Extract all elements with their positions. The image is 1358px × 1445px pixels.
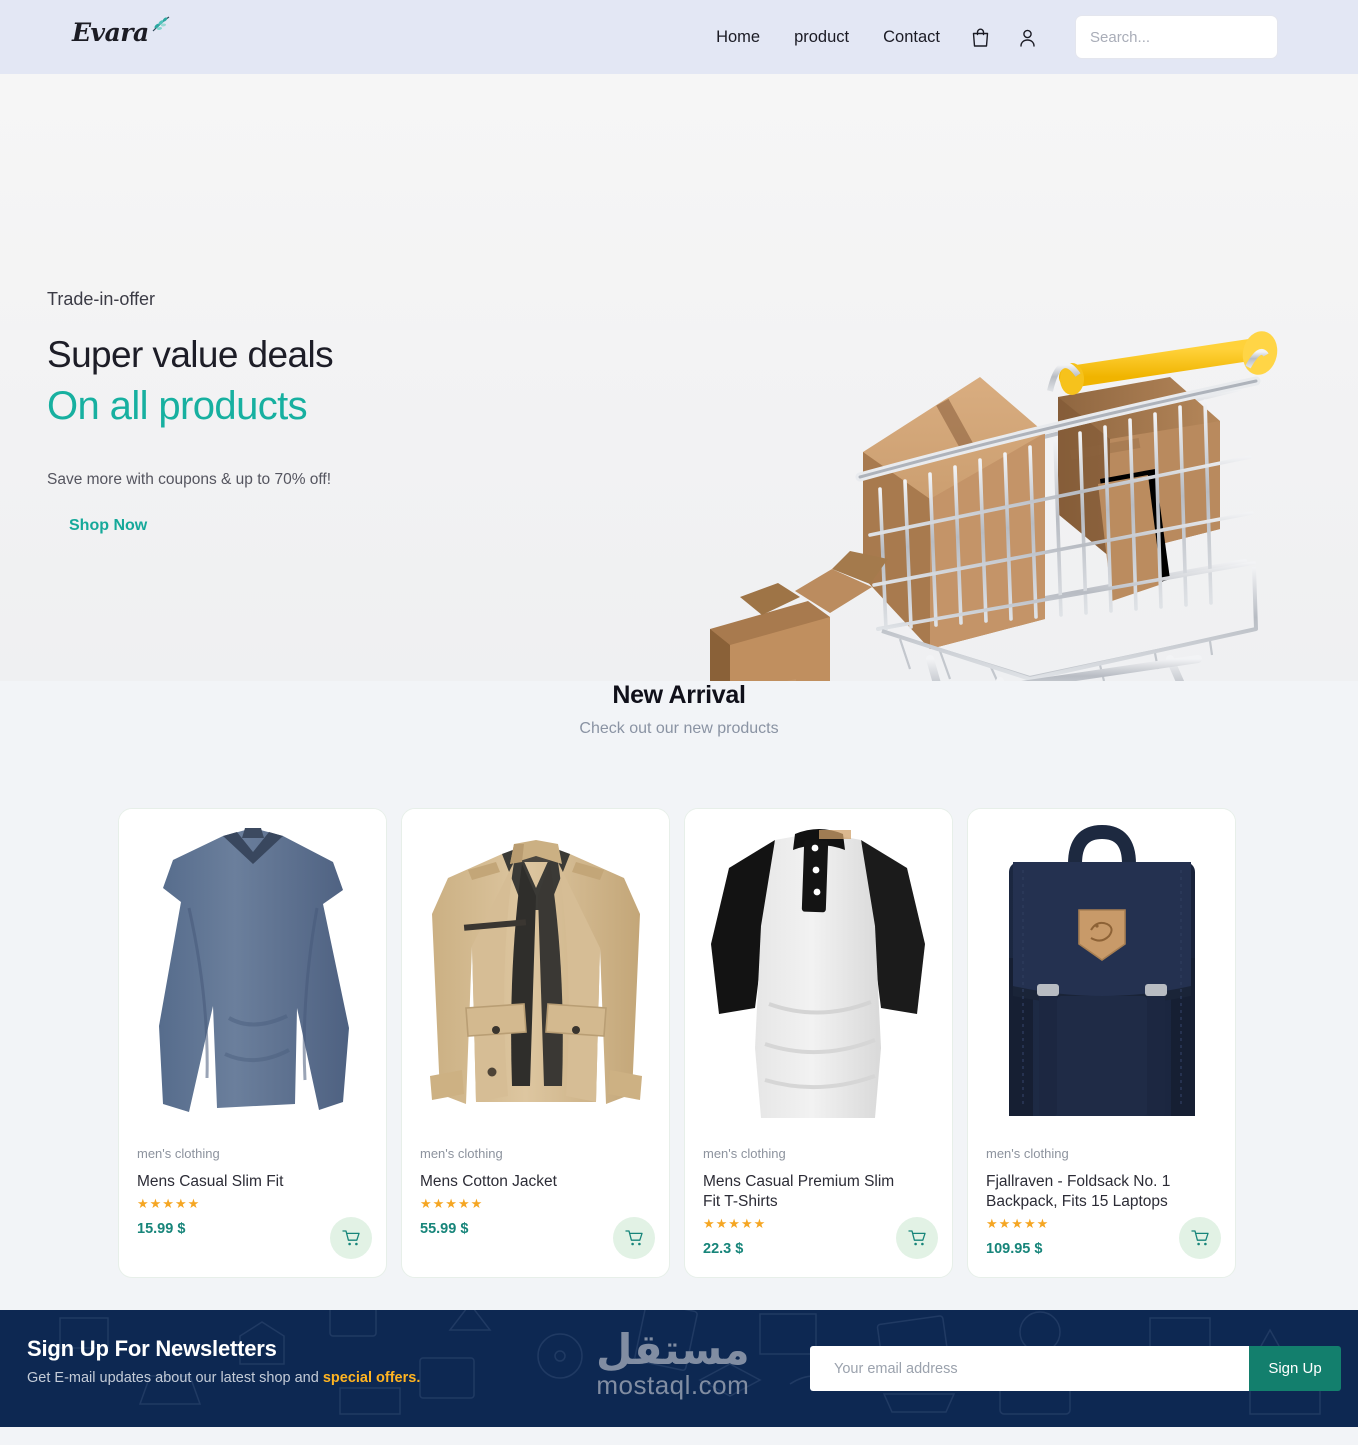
page-root: Evara Home product Contact Search... Tra… xyxy=(0,0,1358,1445)
nav-item-contact[interactable]: Contact xyxy=(866,28,957,47)
product-card[interactable]: men's clothing Fjallraven - Foldsack No.… xyxy=(967,808,1236,1278)
section-subtitle: Check out our new products xyxy=(579,720,779,737)
main-navigation: Home product Contact xyxy=(699,0,1289,74)
footer-strip xyxy=(0,1427,1358,1445)
product-category: men's clothing xyxy=(137,1146,220,1161)
product-rating: ★★★★★ xyxy=(420,1195,484,1211)
newsletter-subtitle-prefix: Get E-mail updates about our latest shop… xyxy=(27,1370,323,1386)
add-to-cart-button[interactable] xyxy=(330,1217,372,1259)
add-to-cart-button[interactable] xyxy=(1179,1217,1221,1259)
section-title: New Arrival xyxy=(612,681,746,709)
product-grid: men's clothing Mens Casual Slim Fit ★★★★… xyxy=(118,808,1248,1278)
add-to-cart-button[interactable] xyxy=(613,1217,655,1259)
cart-icon xyxy=(1190,1230,1209,1246)
product-card[interactable]: men's clothing Mens Casual Slim Fit ★★★★… xyxy=(118,808,387,1278)
shopping-bag-icon[interactable] xyxy=(957,27,1004,48)
hero-heading: Super value deals xyxy=(47,334,334,375)
newsletter-title: Sign Up For Newsletters xyxy=(27,1336,277,1361)
product-category: men's clothing xyxy=(420,1146,503,1161)
product-name[interactable]: Mens Casual Premium Slim Fit T-Shirts xyxy=(703,1172,903,1212)
search-input[interactable] xyxy=(1090,28,1289,46)
newsletter-form: Sign Up xyxy=(810,1346,1341,1391)
watermark-latin: mostaql.com xyxy=(596,1370,750,1401)
hero-banner: Trade-in-offer Super value deals On all … xyxy=(0,74,1358,681)
product-category: men's clothing xyxy=(703,1146,786,1161)
product-card[interactable]: men's clothing Mens Cotton Jacket ★★★★★ … xyxy=(401,808,670,1278)
product-name[interactable]: Mens Casual Slim Fit xyxy=(137,1172,337,1192)
product-card[interactable]: men's clothing Mens Casual Premium Slim … xyxy=(684,808,953,1278)
product-details: men's clothing Mens Cotton Jacket ★★★★★ … xyxy=(402,1146,669,1277)
product-image-cotton-jacket xyxy=(402,809,669,1146)
hero-description: Save more with coupons & up to 70% off! xyxy=(47,471,332,488)
product-image-blue-shirt xyxy=(119,809,386,1146)
site-logo[interactable]: Evara xyxy=(72,16,172,47)
add-to-cart-button[interactable] xyxy=(896,1217,938,1259)
product-name[interactable]: Fjallraven - Foldsack No. 1 Backpack, Fi… xyxy=(986,1172,1186,1212)
hero-text-block: Trade-in-offer Super value deals On all … xyxy=(47,289,607,542)
hero-subheading: On all products xyxy=(47,384,308,428)
product-details: men's clothing Mens Casual Slim Fit ★★★★… xyxy=(119,1146,386,1277)
logo-text: Evara xyxy=(72,18,149,47)
search-box[interactable] xyxy=(1075,15,1289,59)
newsletter-highlight: special offers. xyxy=(322,1370,421,1386)
watermark-arabic: مستقل xyxy=(596,1325,750,1374)
mostaql-watermark: مستقل mostaql.com xyxy=(596,1325,750,1401)
newsletter-subtitle: Get E-mail updates about our latest shop… xyxy=(27,1370,420,1386)
cart-icon xyxy=(907,1230,926,1246)
cart-icon xyxy=(341,1230,360,1246)
product-rating: ★★★★★ xyxy=(137,1195,201,1211)
email-input[interactable] xyxy=(810,1346,1249,1391)
leaf-branch-icon xyxy=(152,16,169,32)
product-image-raglan-henley xyxy=(685,809,952,1146)
site-header: Evara Home product Contact xyxy=(0,0,1358,74)
newsletter-text: Sign Up For Newsletters Get E-mail updat… xyxy=(27,1336,420,1386)
shop-now-button[interactable]: Shop Now xyxy=(47,511,169,542)
product-category: men's clothing xyxy=(986,1146,1069,1161)
product-details: men's clothing Mens Casual Premium Slim … xyxy=(685,1146,952,1277)
signup-button[interactable]: Sign Up xyxy=(1249,1346,1341,1391)
product-image-backpack xyxy=(968,809,1235,1146)
nav-item-product[interactable]: product xyxy=(777,28,866,47)
nav-item-home[interactable]: Home xyxy=(699,28,777,47)
newsletter-section: Sign Up For Newsletters Get E-mail updat… xyxy=(0,1310,1358,1427)
user-account-icon[interactable] xyxy=(1004,27,1051,48)
product-details: men's clothing Fjallraven - Foldsack No.… xyxy=(968,1146,1235,1277)
new-arrival-section: New Arrival Check out our new products xyxy=(0,681,1358,738)
product-name[interactable]: Mens Cotton Jacket xyxy=(420,1172,620,1192)
hero-shopping-cart-image xyxy=(710,331,1278,681)
cart-icon xyxy=(624,1230,643,1246)
shop-now-label: Shop Now xyxy=(69,517,148,534)
hero-kicker: Trade-in-offer xyxy=(47,289,156,309)
